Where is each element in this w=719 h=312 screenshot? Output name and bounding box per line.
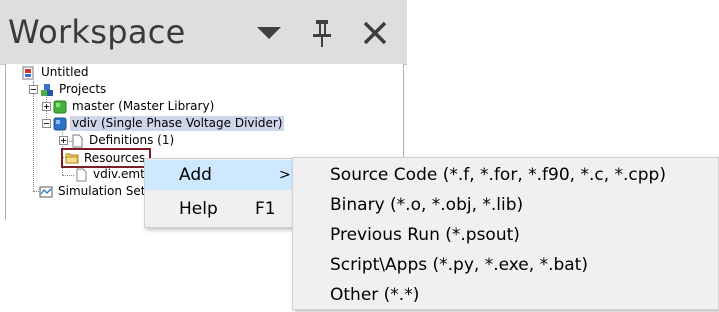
pin-icon[interactable]	[308, 16, 336, 50]
tree-item-label: Resources	[84, 150, 146, 165]
expand-toggle[interactable]	[42, 102, 51, 111]
file-icon	[74, 168, 88, 182]
simulation-icon	[39, 185, 53, 199]
project-cube-icon	[53, 117, 67, 131]
tree-item-label: vdiv (Single Phase Voltage Divider)	[70, 116, 285, 131]
folder-icon	[65, 151, 79, 165]
tree-item-projects[interactable]: Projects	[29, 81, 108, 98]
context-menu: Add > Help F1	[144, 158, 296, 228]
collapse-toggle[interactable]	[29, 85, 38, 94]
tree-item-label: Projects	[59, 82, 107, 96]
close-icon[interactable]	[360, 16, 390, 50]
projects-icon	[40, 83, 54, 97]
document-icon	[70, 134, 84, 148]
workspace-header: Workspace	[0, 0, 407, 65]
menu-item-label: Add	[179, 165, 212, 185]
submenu-item-binary[interactable]: Binary (*.o, *.obj, *.lib)	[293, 190, 718, 220]
menu-item-label: Help	[179, 199, 218, 219]
tree-item-label: Simulation Sets	[58, 184, 152, 198]
tree-item-vdiv[interactable]: vdiv (Single Phase Voltage Divider)	[42, 115, 285, 132]
submenu-arrow-icon: >	[279, 167, 291, 183]
submenu-item-other[interactable]: Other (*.*)	[293, 280, 718, 310]
tree-item-resources[interactable]: Resources	[61, 148, 152, 168]
tree-item-simulation-sets[interactable]: Simulation Sets	[39, 183, 154, 200]
submenu-item-previous-run[interactable]: Previous Run (*.psout)	[293, 220, 718, 250]
tree-item-label: vdiv.emt	[93, 167, 145, 181]
tree-item-label: Untitled	[41, 65, 89, 79]
chevron-down-icon[interactable]	[254, 16, 284, 50]
workspace-title: Workspace	[8, 13, 186, 51]
tree-item-definitions[interactable]: Definitions (1)	[59, 132, 176, 149]
menu-item-add[interactable]: Add >	[145, 160, 295, 190]
tree-item-label: Definitions (1)	[89, 133, 175, 147]
tree-item-master[interactable]: master (Master Library)	[42, 98, 216, 115]
expand-toggle[interactable]	[59, 136, 68, 145]
submenu-item-label: Source Code (*.f, *.for, *.f90, *.c, *.c…	[330, 165, 666, 185]
tree-item-vdiv-emt[interactable]: vdiv.emt	[74, 166, 147, 183]
library-icon	[53, 100, 67, 114]
submenu-item-script-apps[interactable]: Script\Apps (*.py, *.exe, *.bat)	[293, 250, 718, 280]
project-icon	[22, 66, 36, 80]
tree-item-untitled[interactable]: Untitled	[22, 64, 90, 81]
submenu-item-source-code[interactable]: Source Code (*.f, *.for, *.f90, *.c, *.c…	[293, 160, 718, 190]
add-submenu: Source Code (*.f, *.for, *.f90, *.c, *.c…	[292, 157, 719, 310]
tree-item-label: master (Master Library)	[72, 99, 215, 113]
submenu-item-label: Previous Run (*.psout)	[330, 225, 520, 245]
collapse-toggle[interactable]	[42, 119, 51, 128]
submenu-item-label: Other (*.*)	[330, 285, 420, 305]
submenu-item-label: Script\Apps (*.py, *.exe, *.bat)	[330, 255, 588, 275]
menu-item-help[interactable]: Help F1	[145, 194, 295, 224]
submenu-item-label: Binary (*.o, *.obj, *.lib)	[330, 195, 524, 215]
menu-item-shortcut: F1	[255, 199, 276, 219]
tree-connector	[62, 175, 74, 176]
